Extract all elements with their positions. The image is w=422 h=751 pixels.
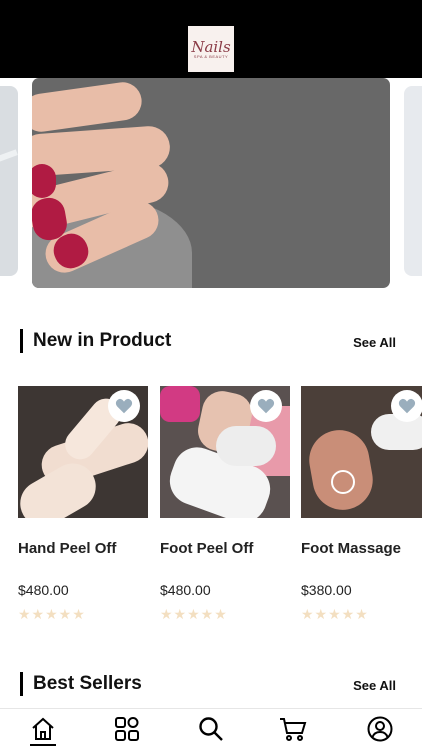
rating-stars: ★★★★★: [18, 606, 86, 622]
banner-previous-slide[interactable]: [0, 86, 18, 276]
cart-icon: [280, 718, 307, 741]
bottom-tab-bar: [0, 708, 422, 751]
heart-icon: [115, 398, 133, 414]
product-price: $480.00: [18, 582, 69, 598]
rating-stars: ★★★★★: [301, 606, 369, 622]
app-header: Nails SPA & BEAUTY: [0, 0, 422, 78]
tab-categories[interactable]: [113, 715, 141, 743]
home-icon: [32, 717, 54, 740]
tab-search[interactable]: [197, 715, 225, 743]
product-name: Hand Peel Off: [18, 540, 117, 557]
nail: [32, 164, 56, 198]
tab-home[interactable]: [29, 715, 57, 743]
search-icon: [199, 717, 223, 741]
tab-profile[interactable]: [366, 715, 394, 743]
product-name: Foot Peel Off: [160, 540, 254, 557]
section-accent-bar: [20, 329, 23, 353]
profile-icon: [367, 716, 393, 742]
grid-icon: [115, 717, 139, 741]
see-all-new-products-link[interactable]: See All: [353, 335, 396, 350]
section-title: Best Sellers: [33, 673, 142, 694]
heart-icon: [398, 398, 416, 414]
banner-slide-nails[interactable]: [32, 78, 390, 288]
product-card[interactable]: Foot Massage $380.00 ★★★★★: [301, 386, 422, 622]
product-card[interactable]: Foot Peel Off $480.00 ★★★★★: [160, 386, 290, 622]
section-title: New in Product: [33, 330, 172, 351]
logo-tagline: SPA & BEAUTY: [193, 53, 229, 59]
active-tab-indicator: [30, 744, 56, 746]
heart-icon: [257, 398, 275, 414]
see-all-best-sellers-link[interactable]: See All: [353, 678, 396, 693]
banner-carousel[interactable]: [0, 78, 422, 290]
section-new-in-product: New in Product: [20, 328, 171, 354]
product-price: $380.00: [301, 582, 352, 598]
banner-next-slide[interactable]: [404, 86, 422, 276]
tab-cart[interactable]: [279, 715, 307, 743]
product-image-foot-massage[interactable]: [301, 386, 422, 518]
brand-logo[interactable]: Nails SPA & BEAUTY: [188, 26, 234, 72]
section-best-sellers: Best Sellers: [20, 671, 142, 697]
product-card[interactable]: Hand Peel Off $480.00 ★★★★★: [18, 386, 148, 622]
favorite-button[interactable]: [108, 390, 140, 422]
rating-stars: ★★★★★: [160, 606, 228, 622]
product-price: $480.00: [160, 582, 211, 598]
favorite-button[interactable]: [391, 390, 422, 422]
product-image-foot-peel[interactable]: [160, 386, 290, 518]
product-image-hand-peel[interactable]: [18, 386, 148, 518]
product-name: Foot Massage: [301, 540, 402, 557]
logo-text: Nails: [191, 37, 231, 56]
section-accent-bar: [20, 672, 23, 696]
favorite-button[interactable]: [250, 390, 282, 422]
